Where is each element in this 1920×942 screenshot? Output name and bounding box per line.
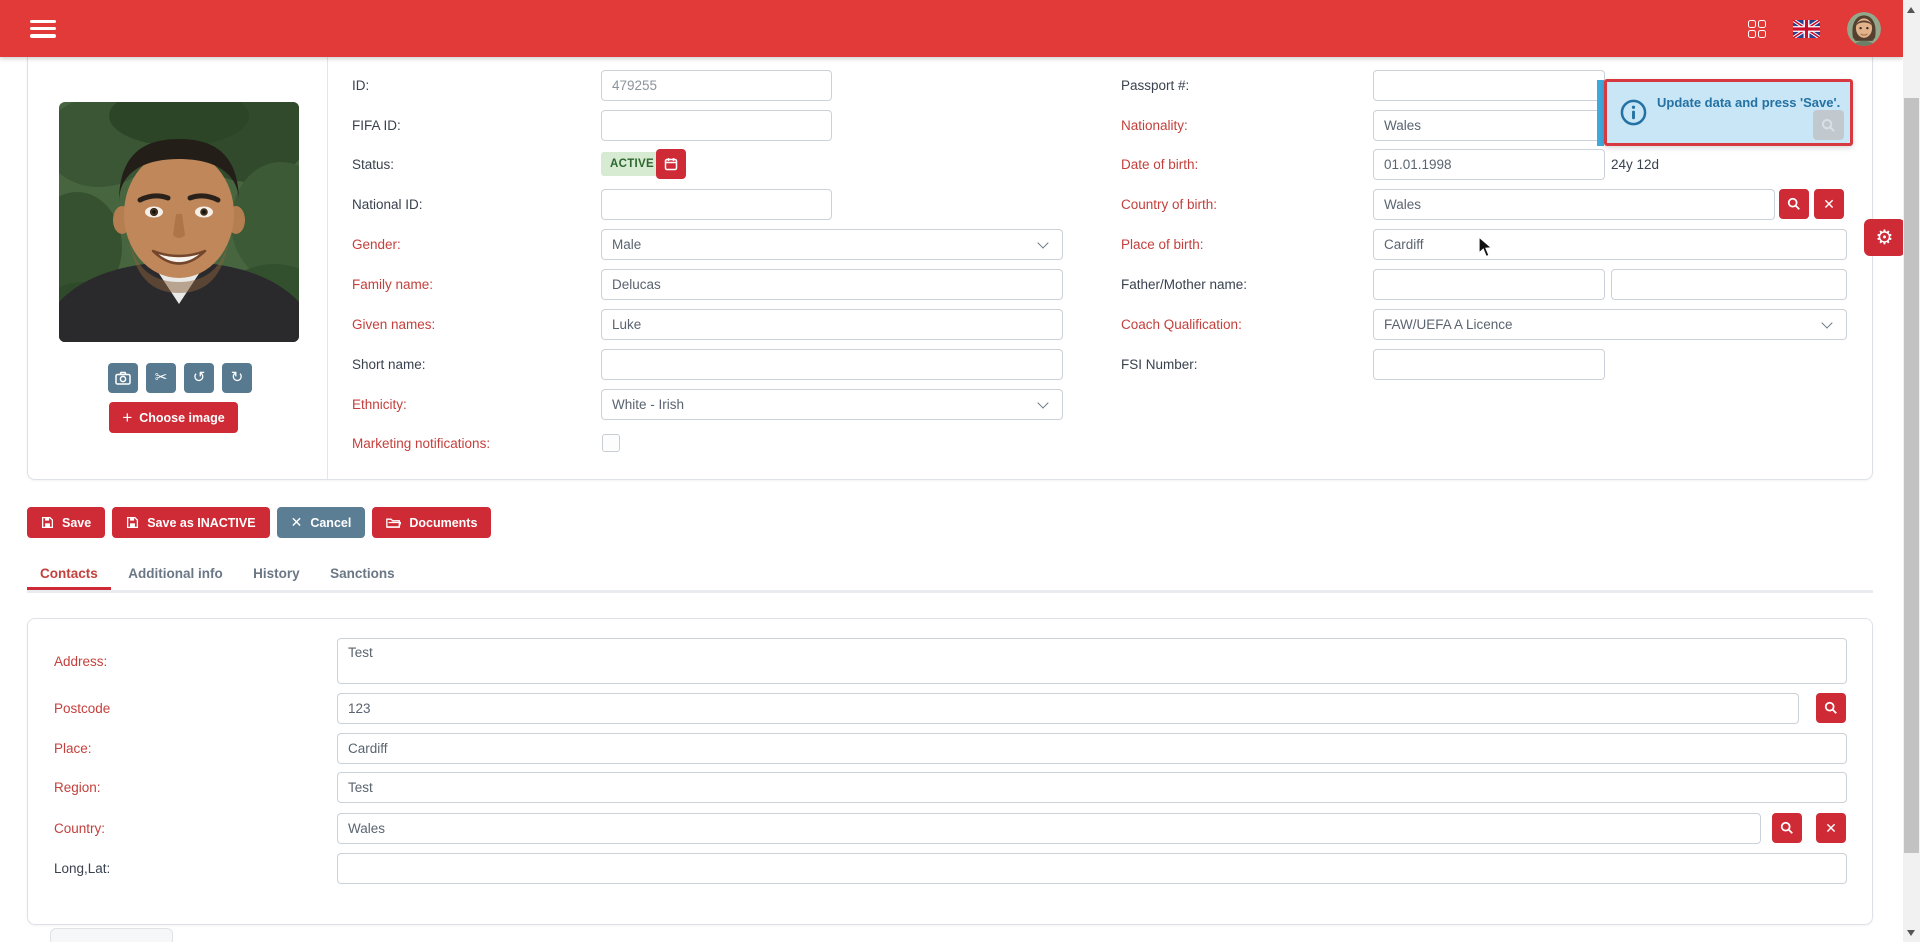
country-field[interactable]: [337, 813, 1761, 844]
scroll-up-arrow[interactable]: [1907, 7, 1915, 13]
tab-sanctions[interactable]: Sanctions: [317, 561, 408, 590]
nationality-field[interactable]: [1373, 110, 1605, 141]
chevron-down-icon: [1037, 397, 1048, 408]
action-buttons: Save Save as INACTIVE ✕ Cancel Documents: [27, 507, 491, 538]
tabs-baseline: [27, 590, 1873, 593]
scissors-icon[interactable]: ✂: [146, 363, 176, 393]
scroll-down-arrow[interactable]: [1907, 930, 1915, 936]
app-grid-icon[interactable]: [1748, 20, 1766, 38]
save-button[interactable]: Save: [27, 507, 105, 538]
marketing-notifications-label: Marketing notifications:: [352, 428, 490, 459]
place-of-birth-label: Place of birth:: [1121, 229, 1204, 260]
place-label: Place:: [54, 733, 92, 764]
father-mother-name-label: Father/Mother name:: [1121, 269, 1247, 300]
top-navbar: [0, 0, 1903, 57]
rotate-left-icon[interactable]: ↺: [184, 363, 214, 393]
save-as-inactive-button[interactable]: Save as INACTIVE: [112, 507, 269, 538]
toast-message: Update data and press 'Save'.: [1657, 95, 1847, 110]
date-of-birth-label: Date of birth:: [1121, 149, 1198, 180]
passport-label: Passport #:: [1121, 70, 1189, 101]
chevron-down-icon: [1821, 317, 1832, 328]
coach-qualification-label: Coach Qualification:: [1121, 309, 1242, 340]
date-of-birth-field[interactable]: [1373, 149, 1605, 180]
longlat-label: Long,Lat:: [54, 853, 110, 884]
settings-gear-icon[interactable]: ⚙: [1864, 219, 1905, 256]
cancel-button[interactable]: ✕ Cancel: [277, 507, 366, 538]
given-names-label: Given names:: [352, 309, 435, 340]
nationality-label: Nationality:: [1121, 110, 1188, 141]
id-label: ID:: [352, 70, 369, 101]
country-of-birth-field[interactable]: [1373, 189, 1775, 220]
hamburger-menu-icon[interactable]: [30, 20, 56, 38]
profile-photo: [59, 102, 299, 342]
tab-contacts[interactable]: Contacts: [27, 561, 111, 590]
gender-label: Gender:: [352, 229, 401, 260]
tab-history[interactable]: History: [240, 561, 313, 590]
camera-icon[interactable]: [108, 363, 138, 393]
country-clear-button[interactable]: ✕: [1816, 813, 1846, 843]
partial-bottom-button[interactable]: [50, 928, 173, 942]
family-name-field[interactable]: [601, 269, 1063, 300]
fsi-number-label: FSI Number:: [1121, 349, 1198, 380]
country-search-button[interactable]: [1772, 813, 1802, 843]
info-icon: [1620, 99, 1647, 126]
country-of-birth-clear-button[interactable]: ✕: [1814, 189, 1844, 219]
region-label: Region:: [54, 772, 101, 803]
place-field[interactable]: [337, 733, 1847, 764]
longlat-field[interactable]: [337, 853, 1847, 884]
folder-open-icon: [386, 516, 401, 529]
father-name-field[interactable]: [1373, 269, 1605, 300]
country-of-birth-search-button[interactable]: [1779, 189, 1809, 219]
detail-tabs: Contacts Additional info History Sanctio…: [27, 561, 1873, 594]
contacts-card: Address: Test Postcode Place: Region: Co…: [27, 618, 1873, 925]
status-calendar-button[interactable]: [656, 149, 686, 179]
place-of-birth-field[interactable]: [1373, 229, 1847, 260]
short-name-field[interactable]: [601, 349, 1063, 380]
address-field[interactable]: Test: [337, 638, 1847, 684]
national-id-field[interactable]: [601, 189, 832, 220]
ethnicity-select[interactable]: White - Irish: [601, 389, 1063, 420]
floppy-icon: [41, 516, 54, 529]
x-icon: ✕: [291, 514, 303, 531]
status-badge: ACTIVE: [601, 152, 663, 176]
country-of-birth-label: Country of birth:: [1121, 189, 1217, 220]
postcode-field[interactable]: [337, 693, 1799, 724]
marketing-notifications-checkbox[interactable]: [602, 434, 620, 452]
national-id-label: National ID:: [352, 189, 423, 220]
mother-name-field[interactable]: [1611, 269, 1847, 300]
toast-progress-stripe: [1597, 80, 1604, 146]
gender-select[interactable]: Male: [601, 229, 1063, 260]
user-avatar[interactable]: [1847, 12, 1881, 46]
fifa-id-field[interactable]: [601, 110, 832, 141]
postcode-search-button[interactable]: [1816, 693, 1846, 723]
rotate-right-icon[interactable]: ↻: [222, 363, 252, 393]
uk-flag-icon[interactable]: [1793, 20, 1820, 38]
status-label: Status:: [352, 149, 394, 180]
address-label: Address:: [54, 646, 107, 677]
toast-notification[interactable]: Update data and press 'Save'.: [1604, 79, 1853, 146]
country-label: Country:: [54, 813, 105, 844]
column-divider: [327, 57, 328, 479]
ethnicity-label: Ethnicity:: [352, 389, 407, 420]
id-field[interactable]: [601, 70, 832, 101]
given-names-field[interactable]: [601, 309, 1063, 340]
scrollbar-thumb[interactable]: [1904, 98, 1919, 853]
fsi-number-field[interactable]: [1373, 349, 1605, 380]
choose-image-button[interactable]: + Choose image: [109, 402, 238, 433]
fifa-id-label: FIFA ID:: [352, 110, 401, 141]
documents-button[interactable]: Documents: [372, 507, 491, 538]
region-field[interactable]: [337, 772, 1847, 803]
family-name-label: Family name:: [352, 269, 433, 300]
chevron-down-icon: [1037, 237, 1048, 248]
plus-icon: +: [122, 408, 132, 428]
floppy-icon: [126, 516, 139, 529]
coach-qualification-select[interactable]: FAW/UEFA A Licence: [1373, 309, 1847, 340]
page-scrollbar[interactable]: [1903, 0, 1920, 942]
age-text: 24y 12d: [1611, 149, 1659, 180]
tab-additional-info[interactable]: Additional info: [115, 561, 235, 590]
passport-field[interactable]: [1373, 70, 1605, 101]
postcode-label: Postcode: [54, 693, 110, 724]
search-button-disabled[interactable]: [1813, 110, 1844, 140]
short-name-label: Short name:: [352, 349, 426, 380]
